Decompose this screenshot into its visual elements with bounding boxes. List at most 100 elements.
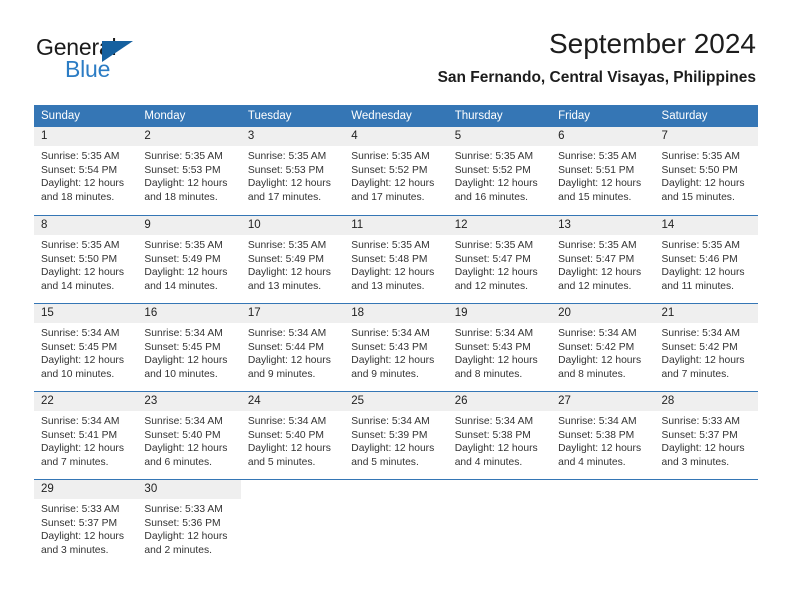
day-cell[interactable]: 10 Sunrise: 5:35 AM Sunset: 5:49 PM Dayligh… (240, 216, 345, 303)
weekday-monday: Monday (144, 110, 186, 122)
day-cell[interactable]: 14 Sunrise: 5:35 AM Sunset: 5:46 PM Dayligh… (654, 216, 758, 303)
daylight-text: Daylight: 12 hours and 17 minutes. (351, 178, 435, 203)
sunset-text: Sunset: 5:37 PM (41, 517, 118, 529)
sunrise-text: Sunrise: 5:35 AM (41, 151, 120, 162)
sunset-text: Sunset: 5:40 PM (247, 429, 324, 441)
day-detail: Sunrise: 5:35 AM Sunset: 5:50 PM Daylight:… (34, 235, 137, 293)
sunset-text: Sunset: 5:41 PM (41, 429, 118, 441)
day-number: 17 (247, 307, 261, 319)
sunset-text: Sunset: 5:51 PM (558, 164, 635, 176)
day-number-band: 9 (137, 216, 241, 235)
day-number-band: 3 (240, 127, 345, 146)
day-cell[interactable]: 27 Sunrise: 5:34 AM Sunset: 5:38 PM Dayligh… (551, 392, 655, 479)
general-blue-logo[interactable]: General Blue (36, 34, 216, 86)
day-cell-empty (447, 480, 552, 567)
daylight-text: Daylight: 12 hours and 3 minutes. (661, 443, 745, 468)
sunrise-text: Sunrise: 5:34 AM (41, 416, 120, 427)
day-cell[interactable]: 3 Sunrise: 5:35 AM Sunset: 5:53 PM Daylight… (240, 127, 345, 215)
day-detail: Sunrise: 5:35 AM Sunset: 5:46 PM Daylight:… (655, 235, 758, 293)
day-cell[interactable]: 13 Sunrise: 5:35 AM Sunset: 5:47 PM Dayligh… (551, 216, 655, 303)
sunrise-text: Sunrise: 5:35 AM (661, 151, 740, 162)
day-cell[interactable]: 30 Sunrise: 5:33 AM Sunset: 5:36 PM Dayligh… (137, 480, 241, 567)
sunset-text: Sunset: 5:43 PM (454, 341, 531, 353)
day-cell[interactable]: 20 Sunrise: 5:34 AM Sunset: 5:42 PM Dayligh… (551, 304, 655, 391)
sunset-text: Sunset: 5:45 PM (41, 341, 118, 353)
day-cell[interactable]: 18 Sunrise: 5:34 AM Sunset: 5:43 PM Dayligh… (344, 304, 448, 391)
day-cell[interactable]: 25 Sunrise: 5:34 AM Sunset: 5:39 PM Dayligh… (344, 392, 448, 479)
day-number: 5 (454, 130, 462, 142)
sunrise-text: Sunrise: 5:35 AM (558, 151, 637, 162)
week-row: 15 Sunrise: 5:34 AM Sunset: 5:45 PM Dayligh… (34, 303, 758, 391)
day-number-band: 19 (447, 304, 552, 323)
day-cell[interactable]: 19 Sunrise: 5:34 AM Sunset: 5:43 PM Dayligh… (447, 304, 552, 391)
day-cell[interactable]: 5 Sunrise: 5:35 AM Sunset: 5:52 PM Daylight… (447, 127, 552, 215)
day-cell[interactable]: 26 Sunrise: 5:34 AM Sunset: 5:38 PM Dayligh… (447, 392, 552, 479)
day-cell[interactable]: 15 Sunrise: 5:34 AM Sunset: 5:45 PM Dayligh… (34, 304, 138, 391)
day-cell[interactable]: 4 Sunrise: 5:35 AM Sunset: 5:52 PM Daylight… (344, 127, 448, 215)
day-cell-empty (344, 480, 448, 567)
day-detail: Sunrise: 5:34 AM Sunset: 5:41 PM Daylight:… (34, 411, 137, 469)
daylight-text: Daylight: 12 hours and 15 minutes. (661, 178, 745, 203)
sunrise-text: Sunrise: 5:35 AM (454, 151, 534, 162)
daylight-text: Daylight: 12 hours and 18 minutes. (41, 178, 124, 203)
day-cell[interactable]: 1 Sunrise: 5:35 AM Sunset: 5:54 PM Daylight… (34, 127, 138, 215)
weekday-header-row: Sunday Monday Tuesday Wednesday Thursday… (34, 105, 758, 127)
sunrise-text: Sunrise: 5:34 AM (558, 328, 637, 339)
sunset-text: Sunset: 5:45 PM (144, 341, 221, 353)
weekday-tuesday: Tuesday (247, 110, 292, 122)
week-row: 22 Sunrise: 5:34 AM Sunset: 5:41 PM Dayligh… (34, 391, 758, 479)
day-number-band: 25 (344, 392, 448, 411)
day-number: 23 (144, 395, 158, 407)
day-number-band: 27 (551, 392, 655, 411)
day-cell[interactable]: 12 Sunrise: 5:35 AM Sunset: 5:47 PM Dayligh… (447, 216, 552, 303)
day-cell[interactable]: 6 Sunrise: 5:35 AM Sunset: 5:51 PM Daylight… (551, 127, 655, 215)
day-cell[interactable]: 2 Sunrise: 5:35 AM Sunset: 5:53 PM Daylight… (137, 127, 241, 215)
day-number: 25 (351, 395, 365, 407)
day-cell[interactable]: 29 Sunrise: 5:33 AM Sunset: 5:37 PM Dayligh… (34, 480, 138, 567)
day-number-band: 28 (654, 392, 758, 411)
day-cell[interactable]: 21 Sunrise: 5:34 AM Sunset: 5:42 PM Dayligh… (654, 304, 758, 391)
sunrise-text: Sunrise: 5:35 AM (351, 240, 430, 251)
sunset-text: Sunset: 5:47 PM (558, 253, 635, 265)
day-cell[interactable]: 17 Sunrise: 5:34 AM Sunset: 5:44 PM Dayligh… (240, 304, 345, 391)
daylight-text: Daylight: 12 hours and 13 minutes. (351, 267, 435, 292)
day-number-band: 5 (447, 127, 552, 146)
day-number: 16 (144, 307, 158, 319)
day-cell[interactable]: 11 Sunrise: 5:35 AM Sunset: 5:48 PM Dayligh… (344, 216, 448, 303)
day-number-band: 21 (654, 304, 758, 323)
day-number-band: 11 (344, 216, 448, 235)
day-cell[interactable]: 16 Sunrise: 5:34 AM Sunset: 5:45 PM Dayligh… (137, 304, 241, 391)
day-number: 10 (247, 219, 261, 231)
day-cell[interactable]: 8 Sunrise: 5:35 AM Sunset: 5:50 PM Daylight… (34, 216, 138, 303)
day-detail: Sunrise: 5:33 AM Sunset: 5:37 PM Daylight:… (655, 411, 758, 469)
day-detail: Sunrise: 5:34 AM Sunset: 5:44 PM Daylight:… (241, 323, 344, 381)
day-detail: Sunrise: 5:34 AM Sunset: 5:38 PM Daylight:… (448, 411, 551, 469)
sunrise-text: Sunrise: 5:33 AM (661, 416, 740, 427)
logo-text-blue: Blue (65, 56, 111, 82)
day-cell[interactable]: 22 Sunrise: 5:34 AM Sunset: 5:41 PM Dayligh… (34, 392, 138, 479)
page-title: September 2024 (548, 28, 756, 59)
sunrise-text: Sunrise: 5:34 AM (454, 328, 534, 339)
sunrise-text: Sunrise: 5:35 AM (144, 151, 223, 162)
day-cell[interactable]: 28 Sunrise: 5:33 AM Sunset: 5:37 PM Dayligh… (654, 392, 758, 479)
day-number-band: 20 (551, 304, 655, 323)
daylight-text: Daylight: 12 hours and 10 minutes. (41, 355, 124, 380)
sunset-text: Sunset: 5:38 PM (558, 429, 635, 441)
sunrise-text: Sunrise: 5:34 AM (454, 416, 534, 427)
day-cell-empty (551, 480, 655, 567)
day-cell[interactable]: 9 Sunrise: 5:35 AM Sunset: 5:49 PM Daylight… (137, 216, 241, 303)
day-cell[interactable]: 7 Sunrise: 5:35 AM Sunset: 5:50 PM Daylight… (654, 127, 758, 215)
sunset-text: Sunset: 5:38 PM (454, 429, 531, 441)
day-cell[interactable]: 23 Sunrise: 5:34 AM Sunset: 5:40 PM Dayligh… (137, 392, 241, 479)
daylight-text: Daylight: 12 hours and 5 minutes. (247, 443, 331, 468)
day-number-band: 6 (551, 127, 655, 146)
day-detail: Sunrise: 5:34 AM Sunset: 5:42 PM Daylight:… (551, 323, 654, 381)
daylight-text: Daylight: 12 hours and 14 minutes. (41, 267, 124, 292)
day-cell[interactable]: 24 Sunrise: 5:34 AM Sunset: 5:40 PM Dayligh… (240, 392, 345, 479)
sunrise-text: Sunrise: 5:34 AM (247, 328, 327, 339)
day-detail: Sunrise: 5:34 AM Sunset: 5:43 PM Daylight:… (448, 323, 551, 381)
weekday-sunday: Sunday (41, 110, 81, 122)
day-number-band: 23 (137, 392, 241, 411)
day-number-band: 1 (34, 127, 138, 146)
day-detail: Sunrise: 5:33 AM Sunset: 5:36 PM Daylight:… (137, 499, 240, 557)
